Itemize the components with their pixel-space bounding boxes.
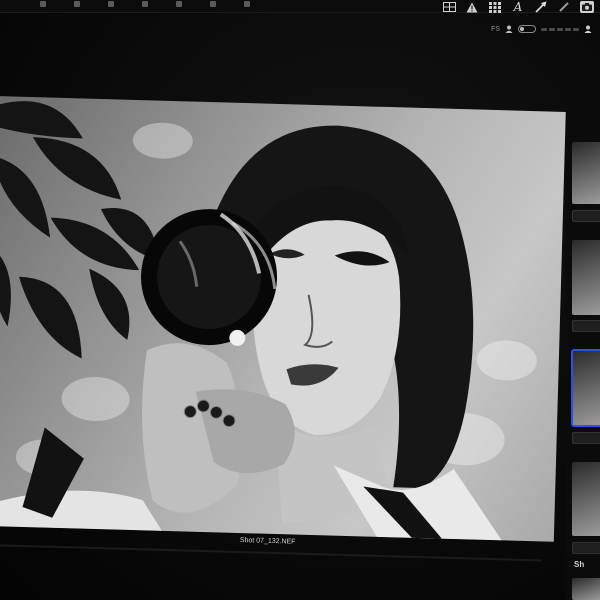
grid-icon[interactable] — [488, 1, 502, 13]
view-options-bar: FS — [491, 24, 592, 34]
menu-tick-icon[interactable] — [210, 1, 216, 7]
filmstrip-thumbnail-selected[interactable] — [571, 349, 600, 427]
rating-dots[interactable] — [541, 27, 579, 31]
warning-icon[interactable] — [465, 1, 479, 13]
thumbnail-info-bar — [572, 320, 600, 332]
portrait-photo[interactable] — [0, 96, 566, 542]
filmstrip: Sh — [566, 90, 600, 600]
profile-icon[interactable] — [584, 25, 592, 33]
text-tool-icon[interactable]: A — [511, 1, 525, 13]
brush-tool-icon[interactable] — [557, 1, 571, 13]
menu-tick-icon[interactable] — [108, 1, 114, 7]
menu-tick-icon[interactable] — [74, 1, 80, 7]
layout-grid-icon[interactable] — [442, 1, 456, 13]
menu-tick-icon[interactable] — [244, 1, 250, 7]
thumbnail-info-bar — [572, 432, 600, 444]
camera-icon[interactable] — [580, 1, 594, 13]
image-viewer: m Shot 07_132.NEF — [0, 96, 566, 578]
menu-tick-icon[interactable] — [40, 1, 46, 7]
tool-palette: A — [442, 0, 594, 14]
filmstrip-thumbnail[interactable] — [572, 462, 600, 536]
menu-tick-icon[interactable] — [176, 1, 182, 7]
text-tool-label: A — [513, 0, 523, 14]
arrow-tool-icon[interactable] — [534, 1, 548, 13]
view-toggle[interactable] — [518, 25, 536, 33]
filmstrip-thumbnail[interactable] — [572, 578, 600, 600]
portrait-illustration — [0, 101, 537, 541]
menu-tick-icon[interactable] — [142, 1, 148, 7]
thumbnail-label: Sh — [574, 560, 585, 569]
monitor-screen: A FS Shot 07_132.NEF Sh — [0, 0, 600, 600]
user-icon[interactable] — [505, 25, 513, 33]
fullscreen-label[interactable]: FS — [491, 26, 500, 33]
thumbnail-info-bar — [572, 210, 600, 222]
filmstrip-thumbnail[interactable] — [572, 240, 600, 315]
thumbnail-info-bar — [572, 542, 600, 554]
filmstrip-thumbnail[interactable] — [572, 142, 600, 204]
